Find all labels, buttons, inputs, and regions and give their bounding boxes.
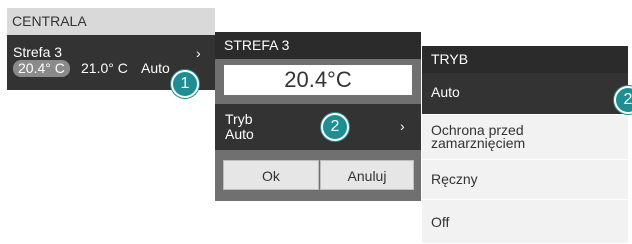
mode-value: Auto bbox=[225, 126, 254, 142]
temperature-display-area: 20.4°C bbox=[215, 59, 421, 104]
zone-panel: STREFA 3 20.4°C Tryb Auto › Ok Anuluj bbox=[215, 32, 421, 201]
mode-panel: TRYB Auto Ochrona przed zamarznięciem Rę… bbox=[422, 46, 628, 243]
option-label: Auto bbox=[431, 84, 460, 100]
mode-option-frost-protection[interactable]: Ochrona przed zamarznięciem bbox=[422, 114, 628, 159]
option-label: Off bbox=[431, 214, 450, 230]
button-row: Ok Anuluj bbox=[215, 150, 421, 201]
mode-option-manual[interactable]: Ręczny bbox=[422, 159, 628, 199]
mode-header: TRYB bbox=[422, 46, 628, 73]
cancel-button[interactable]: Anuluj bbox=[320, 160, 414, 190]
setpoint-temperature: 21.0° C bbox=[81, 60, 128, 76]
mode-row[interactable]: Tryb Auto › bbox=[215, 104, 421, 150]
mode-option-auto[interactable]: Auto bbox=[422, 73, 628, 114]
zone-name: Strefa 3 bbox=[13, 44, 63, 60]
ok-button[interactable]: Ok bbox=[223, 160, 319, 190]
temperature-display: 20.4°C bbox=[224, 65, 412, 95]
option-label: Ręczny bbox=[431, 171, 478, 187]
chevron-right-icon: › bbox=[400, 118, 405, 134]
zone-header: STREFA 3 bbox=[215, 32, 421, 59]
callout-1: 1 bbox=[171, 70, 199, 98]
mode-label: Tryb bbox=[225, 111, 253, 127]
zone-mode: Auto bbox=[141, 60, 170, 76]
current-temperature-badge: 20.4° C bbox=[13, 60, 70, 77]
callout-2: 2 bbox=[321, 113, 349, 141]
option-label-line2: zamarznięciem bbox=[431, 135, 526, 151]
central-header: CENTRALA bbox=[7, 8, 215, 35]
mode-option-off[interactable]: Off bbox=[422, 199, 628, 243]
chevron-right-icon: › bbox=[196, 45, 201, 61]
